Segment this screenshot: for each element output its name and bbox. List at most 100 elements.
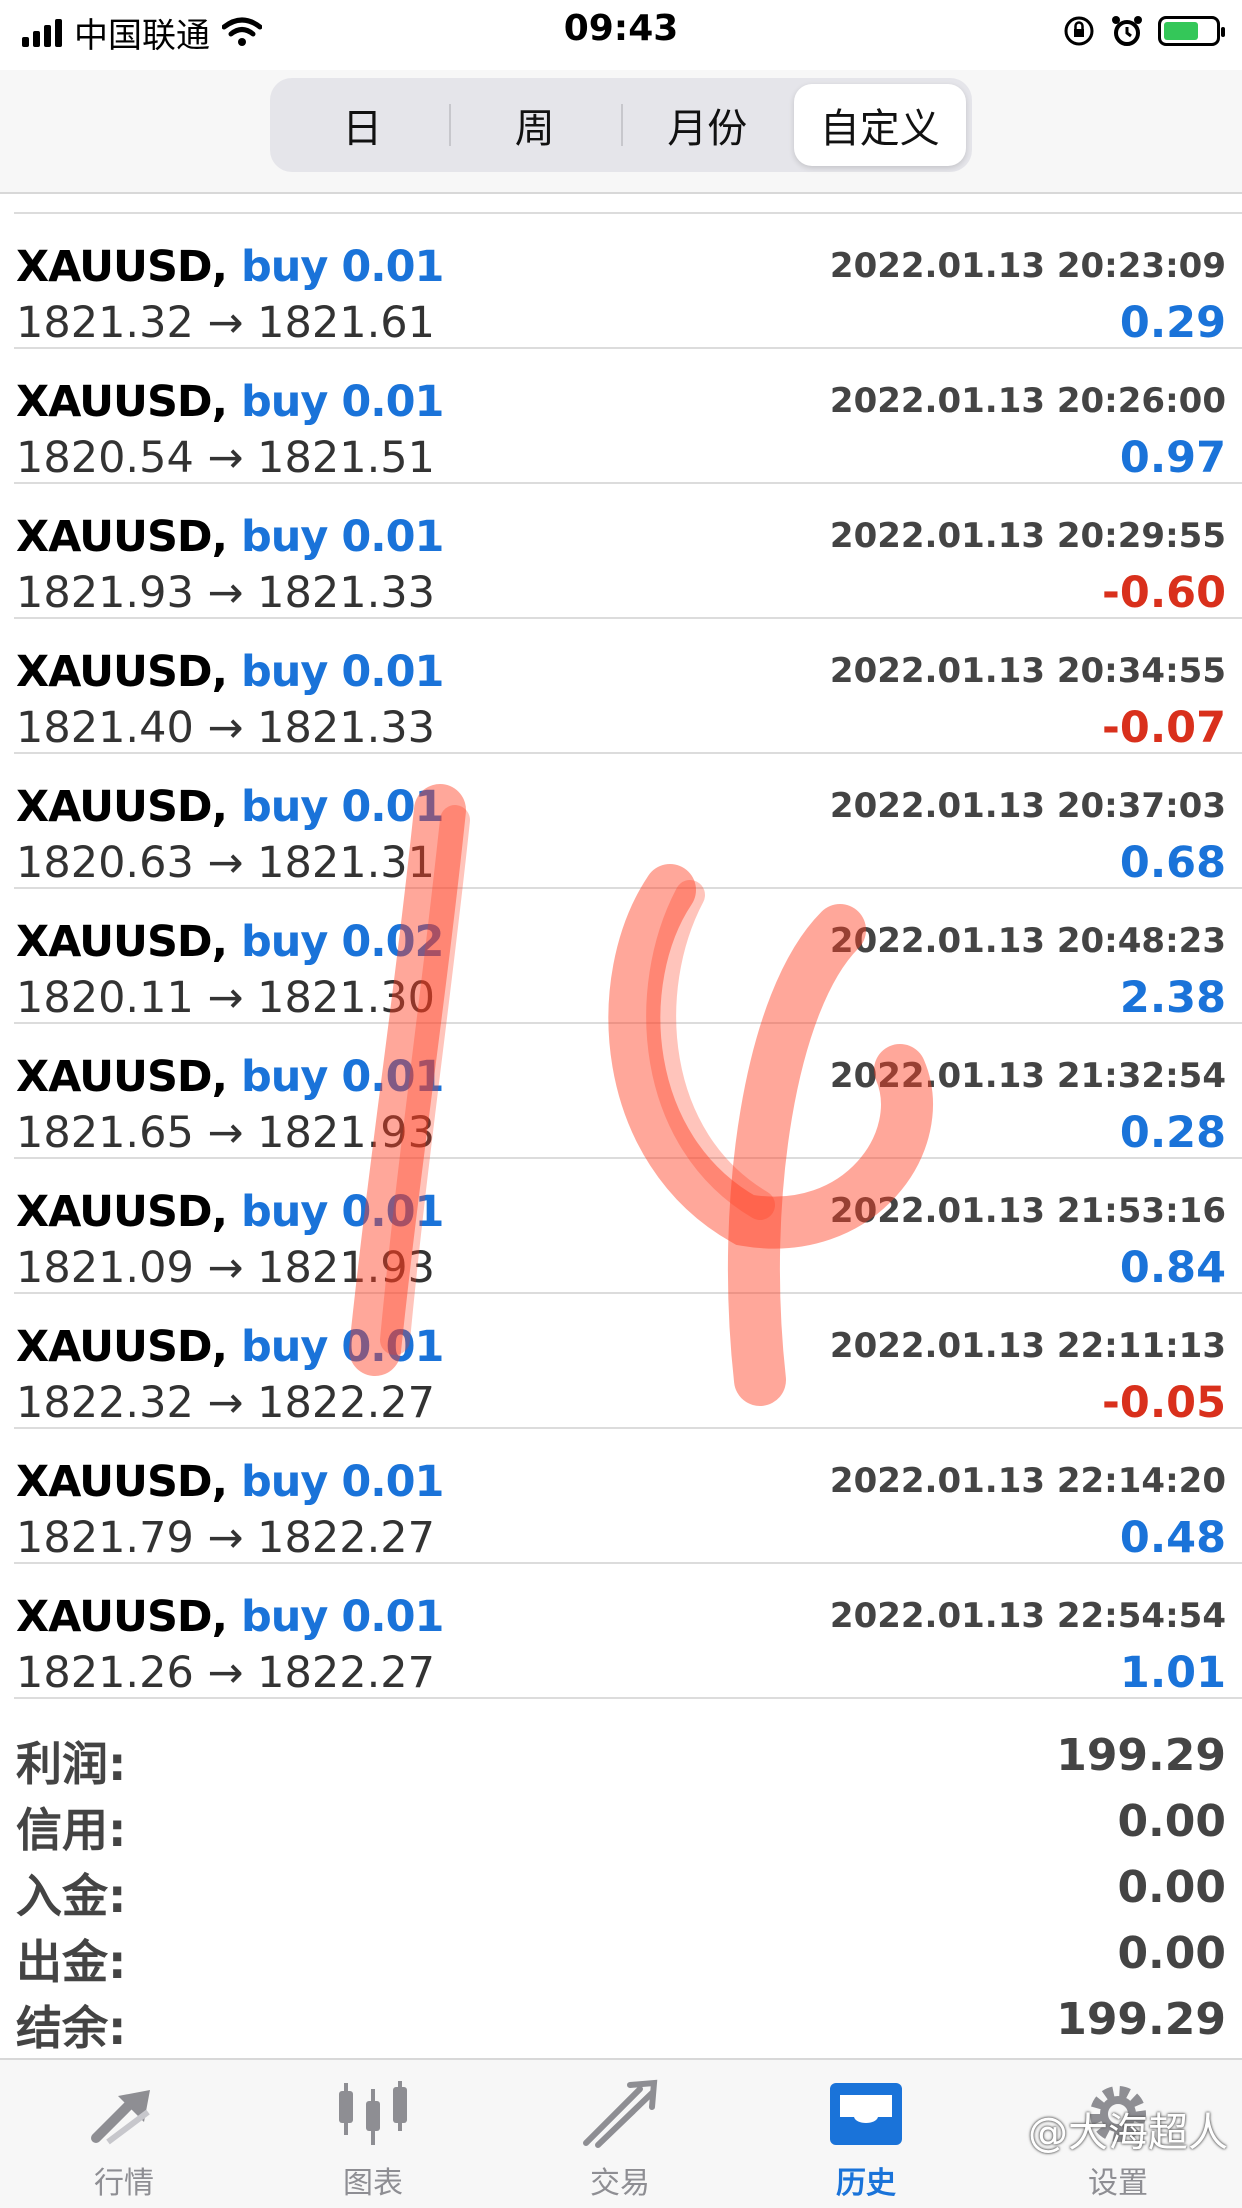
segment-week[interactable]: 周 (448, 84, 622, 166)
trade-profit: 0.48 (1119, 1513, 1226, 1563)
trade-profit: -0.05 (1102, 1378, 1226, 1428)
trade-profit: 2.38 (1119, 973, 1226, 1023)
symbol-name: XAUUSD, (16, 917, 228, 967)
trade-prices: 1820.63 → 1821.31 (16, 838, 435, 888)
trade-side: buy 0.01 (240, 242, 444, 292)
trade-row[interactable]: XAUUSD, buy 0.01 2022.01.13 20:29:55 1821.… (14, 484, 1242, 619)
summary-label: 入金: (16, 1869, 127, 1923)
symbol-name: XAUUSD, (16, 1322, 228, 1372)
symbol-name: XAUUSD, (16, 377, 228, 427)
trade-side: buy 0.01 (240, 1187, 444, 1237)
trade-profit: 0.84 (1119, 1243, 1226, 1293)
trade-symbol: XAUUSD, buy 0.01 (16, 512, 444, 562)
summary-label: 出金: (16, 1935, 127, 1989)
summary-value: 0.00 (1117, 1796, 1226, 1847)
trade-prices: 1821.40 → 1821.33 (16, 703, 435, 753)
trade-row[interactable]: XAUUSD, buy 0.01 2022.01.13 20:26:00 1820.… (14, 349, 1242, 484)
trade-profit: 1.01 (1119, 1648, 1226, 1698)
trade-prices: 1820.54 → 1821.51 (16, 433, 435, 483)
trade-side: buy 0.01 (240, 782, 444, 832)
trade-prices: 1820.11 → 1821.30 (16, 973, 435, 1023)
trade-side: buy 0.01 (240, 512, 444, 562)
trade-prices: 1821.79 → 1822.27 (16, 1513, 435, 1563)
trade-symbol: XAUUSD, buy 0.01 (16, 242, 444, 292)
trade-side: buy 0.01 (240, 1457, 444, 1507)
trade-row[interactable]: XAUUSD, buy 0.01 2022.01.13 22:54:54 1821.… (14, 1564, 1242, 1699)
trade-side: buy 0.01 (240, 647, 444, 697)
alarm-icon (1112, 16, 1142, 46)
symbol-name: XAUUSD, (16, 512, 228, 562)
trade-profit: 0.28 (1119, 1108, 1226, 1158)
tab-history[interactable]: 历史 (766, 2060, 966, 2208)
trade-time: 2022.01.13 20:29:55 (829, 516, 1226, 556)
summary-value: 199.29 (1056, 1994, 1226, 2045)
summary-row: 出金: 0.00 (16, 1920, 1242, 1989)
period-header: 日 周 月份 自定义 (0, 70, 1242, 194)
watermark: @大海超人 (1028, 2110, 1228, 2156)
segment-custom[interactable]: 自定义 (793, 84, 966, 166)
summary-label: 信用: (16, 1803, 127, 1857)
segment-day[interactable]: 日 (276, 84, 449, 166)
trade-time: 2022.01.13 20:48:23 (829, 921, 1226, 961)
trade-row[interactable]: XAUUSD, buy 0.01 2022.01.13 22:11:13 1822.… (14, 1294, 1242, 1429)
trade-symbol: XAUUSD, buy 0.01 (16, 782, 444, 832)
trade-icon (580, 2078, 660, 2150)
trade-row[interactable]: XAUUSD, buy 0.01 2022.01.13 20:37:03 1820.… (14, 754, 1242, 889)
status-bar: 中国联通 09:43 (0, 0, 1242, 70)
symbol-name: XAUUSD, (16, 242, 228, 292)
trade-symbol: XAUUSD, buy 0.01 (16, 647, 444, 697)
trade-symbol: XAUUSD, buy 0.02 (16, 917, 444, 967)
trade-side: buy 0.01 (240, 1322, 444, 1372)
symbol-name: XAUUSD, (16, 647, 228, 697)
period-segmented-control: 日 周 月份 自定义 (270, 78, 972, 172)
summary-value: 0.00 (1117, 1862, 1226, 1913)
symbol-name: XAUUSD, (16, 782, 228, 832)
trade-symbol: XAUUSD, buy 0.01 (16, 1187, 444, 1237)
trade-prices: 1821.09 → 1821.93 (16, 1243, 435, 1293)
trade-symbol: XAUUSD, buy 0.01 (16, 1322, 444, 1372)
bottom-tab-bar: 行情 图表 交易 历史 设置 @大海超人 (0, 2058, 1242, 2208)
trade-symbol: XAUUSD, buy 0.01 (16, 1052, 444, 1102)
summary-row: 结余: 199.29 (16, 1986, 1242, 2055)
summary-value: 199.29 (1056, 1730, 1226, 1781)
symbol-name: XAUUSD, (16, 1592, 228, 1642)
trade-time: 2022.01.13 21:53:16 (829, 1191, 1226, 1231)
trade-prices: 1821.32 → 1821.61 (16, 298, 435, 348)
trade-symbol: XAUUSD, buy 0.01 (16, 377, 444, 427)
battery-icon (1158, 16, 1225, 46)
trade-side: buy 0.02 (240, 917, 444, 967)
trade-profit: 0.68 (1119, 838, 1226, 888)
clock: 09:43 (563, 8, 679, 49)
trade-row[interactable]: XAUUSD, buy 0.01 2022.01.13 20:23:09 1821.… (14, 214, 1242, 349)
trade-side: buy 0.01 (240, 1592, 444, 1642)
trade-row[interactable]: XAUUSD, buy 0.01 2022.01.13 21:53:16 1821.… (14, 1159, 1242, 1294)
trade-symbol: XAUUSD, buy 0.01 (16, 1592, 444, 1642)
segment-month[interactable]: 月份 (621, 84, 794, 166)
history-list[interactable]: XAUUSD, buy 0.01 2022.01.13 20:23:09 1821.… (0, 194, 1242, 1699)
symbol-name: XAUUSD, (16, 1052, 228, 1102)
symbol-name: XAUUSD, (16, 1187, 228, 1237)
trade-symbol: XAUUSD, buy 0.01 (16, 1457, 444, 1507)
trade-time: 2022.01.13 20:34:55 (829, 651, 1226, 691)
trade-prices: 1821.65 → 1821.93 (16, 1108, 435, 1158)
trade-row[interactable]: XAUUSD, buy 0.01 2022.01.13 21:32:54 1821.… (14, 1024, 1242, 1159)
tab-chart[interactable]: 图表 (273, 2060, 473, 2208)
trade-time: 2022.01.13 20:26:00 (829, 381, 1226, 421)
summary-section: 利润: 199.29 信用: 0.00 入金: 0.00 出金: 0.00 结余: 199.29 (0, 1722, 1242, 2055)
partial-list-item (14, 194, 1242, 214)
trade-row[interactable]: XAUUSD, buy 0.02 2022.01.13 20:48:23 1820.… (14, 889, 1242, 1024)
trade-row[interactable]: XAUUSD, buy 0.01 2022.01.13 22:14:20 1821.… (14, 1429, 1242, 1564)
trade-row[interactable]: XAUUSD, buy 0.01 2022.01.13 20:34:55 1821.… (14, 619, 1242, 754)
trade-profit: -0.07 (1102, 703, 1226, 753)
summary-label: 利润: (16, 1737, 127, 1791)
trade-time: 2022.01.13 22:11:13 (829, 1326, 1226, 1366)
trade-time: 2022.01.13 21:32:54 (829, 1056, 1226, 1096)
summary-row: 利润: 199.29 (16, 1722, 1242, 1791)
trade-prices: 1821.93 → 1821.33 (16, 568, 435, 618)
trade-profit: -0.60 (1102, 568, 1226, 618)
tab-trade[interactable]: 交易 (520, 2060, 720, 2208)
trade-time: 2022.01.13 20:37:03 (829, 786, 1226, 826)
summary-label: 结余: (16, 2001, 127, 2055)
tab-quotes[interactable]: 行情 (24, 2060, 224, 2208)
trade-prices: 1821.26 → 1822.27 (16, 1648, 435, 1698)
